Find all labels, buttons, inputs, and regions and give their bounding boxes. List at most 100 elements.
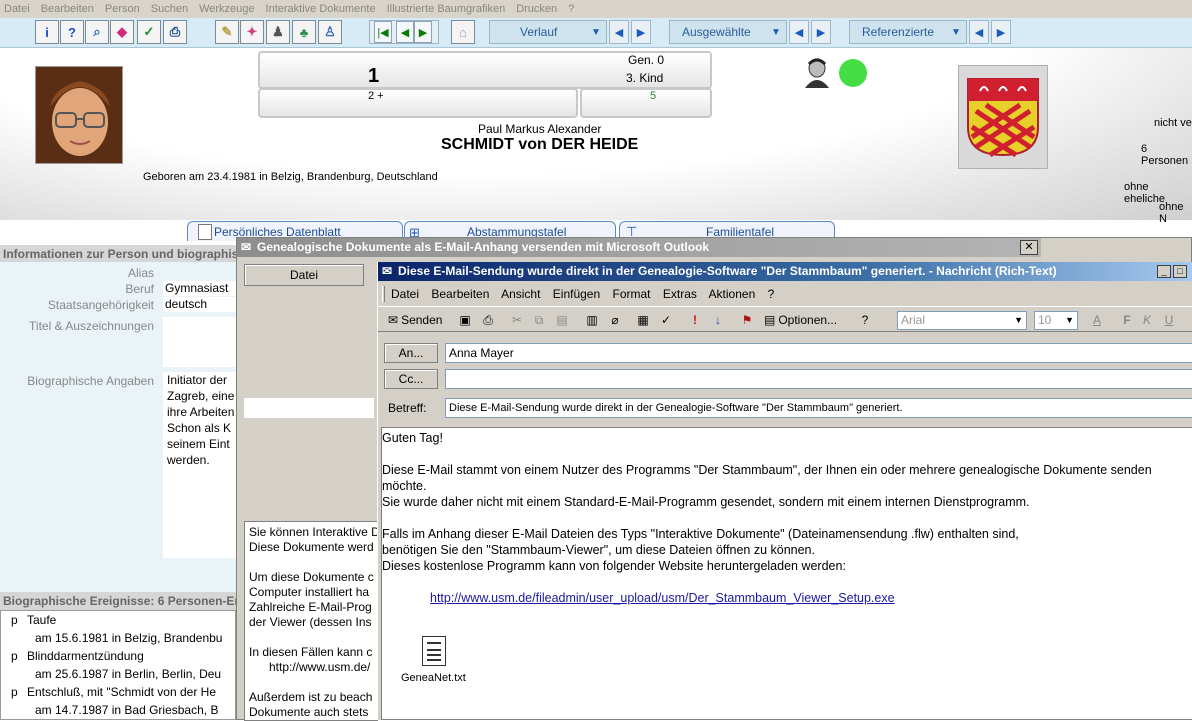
checklist-icon[interactable]: ✓: [137, 20, 161, 44]
person-info-panel: Alias Beruf Gymnasiast Staatsangehörigke…: [0, 262, 236, 592]
importance-low-icon[interactable]: ↓: [709, 311, 727, 329]
ausgewaehlte-back-icon[interactable]: ◀: [789, 20, 809, 44]
titel-value[interactable]: [163, 317, 236, 367]
font-select[interactable]: Arial ▼: [897, 311, 1027, 330]
help-icon[interactable]: ?: [60, 20, 84, 44]
referenzierte-dropdown[interactable]: Referenzierte ▼: [849, 20, 967, 44]
bio-line: Schon als K: [167, 421, 232, 435]
main-toolbar: i ? ⌕ ◆ ✓ ⎙ ✎ ✦ ♟ ♣ ♙ |◀ ◀ ▶ ⌂ Verlauf ▼…: [0, 18, 1192, 48]
event-detail: am 25.6.1987 in Berlin, Berlin, Deu: [35, 667, 222, 681]
print-icon[interactable]: ⎙: [163, 20, 187, 44]
underline-icon[interactable]: U: [1160, 311, 1178, 329]
to-button[interactable]: An...: [384, 343, 438, 363]
ol-menu-format[interactable]: Format: [613, 287, 651, 301]
save-icon[interactable]: ▣: [456, 311, 474, 329]
bio-line: ihre Arbeiten: [167, 405, 235, 419]
menu-illustrierte-baumgrafiken[interactable]: Illustrierte Baumgrafiken: [387, 3, 506, 15]
cut-icon[interactable]: ✂: [508, 311, 526, 329]
menu-werkzeuge[interactable]: Werkzeuge: [199, 3, 254, 15]
info-icon[interactable]: i: [35, 20, 59, 44]
menu-help[interactable]: ?: [568, 3, 574, 15]
ol-menu-datei[interactable]: Datei: [391, 287, 419, 301]
check-names-icon[interactable]: ✓: [657, 311, 675, 329]
tree-color-icon[interactable]: ✦: [240, 20, 264, 44]
address-book-icon[interactable]: ▦: [634, 311, 652, 329]
ol-menu-extras[interactable]: Extras: [663, 287, 697, 301]
event-title[interactable]: Blinddarmentzündung: [27, 649, 144, 663]
close-icon[interactable]: ✕: [1020, 240, 1038, 255]
verlauf-dropdown[interactable]: Verlauf ▼: [489, 20, 607, 44]
importance-high-icon[interactable]: !: [686, 311, 704, 329]
ol-menu-bearbeiten[interactable]: Bearbeiten: [431, 287, 489, 301]
info-line: Computer installiert ha: [249, 585, 370, 599]
document-icon: [198, 224, 212, 240]
ol-menu-help[interactable]: ?: [768, 287, 775, 301]
to-field[interactable]: Anna Mayer: [445, 343, 1192, 363]
paste-icon[interactable]: ▤: [553, 311, 571, 329]
next-icon[interactable]: ▶: [414, 21, 432, 43]
menu-drucken[interactable]: Drucken: [516, 3, 557, 15]
download-link[interactable]: http://www.usm.de/fileadmin/user_upload/…: [382, 590, 1192, 606]
verlauf-back-icon[interactable]: ◀: [609, 20, 629, 44]
font-size-select[interactable]: 10 ▼: [1034, 311, 1078, 330]
datei-button[interactable]: Datei: [244, 264, 364, 286]
chevron-down-icon: ▼: [591, 26, 601, 38]
italic-icon[interactable]: K: [1138, 311, 1156, 329]
beruf-value[interactable]: Gymnasiast: [163, 281, 236, 296]
ol-menu-einfuegen[interactable]: Einfügen: [553, 287, 600, 301]
portrait-icon[interactable]: [801, 56, 833, 88]
event-title[interactable]: Taufe: [27, 613, 56, 627]
cc-button[interactable]: Cc...: [384, 369, 438, 389]
ausgewaehlte-dropdown[interactable]: Ausgewählte ▼: [669, 20, 787, 44]
bio-text[interactable]: Initiator der Zagreb, eine ihre Arbeiten…: [163, 372, 236, 558]
staatsangehoerigkeit-value[interactable]: deutsch: [163, 297, 236, 312]
prev-icon[interactable]: ◀: [396, 21, 414, 43]
info-line: Diese Dokumente werd: [249, 540, 374, 554]
people-icon[interactable]: ♙: [318, 20, 342, 44]
subject-field[interactable]: Diese E-Mail-Sendung wurde direkt in der…: [445, 398, 1192, 418]
menu-interaktive-dokumente[interactable]: Interaktive Dokumente: [266, 3, 376, 15]
ausgewaehlte-forward-icon[interactable]: ▶: [811, 20, 831, 44]
help-icon[interactable]: ?: [856, 311, 874, 329]
font-color-icon[interactable]: A: [1088, 311, 1106, 329]
text-file-icon[interactable]: [422, 636, 446, 666]
insert-file-icon[interactable]: ▥: [583, 311, 601, 329]
search-icon[interactable]: ⌕: [85, 20, 109, 44]
coat-of-arms[interactable]: [958, 65, 1048, 169]
body-line: Falls im Anhang dieser E-Mail Dateien de…: [382, 527, 1019, 541]
person-photo[interactable]: [35, 66, 123, 164]
message-body[interactable]: Guten Tag! Diese E-Mail stammt von einem…: [381, 427, 1192, 720]
dialog-field[interactable]: [244, 398, 374, 418]
options-button[interactable]: ▤ Optionen...: [764, 310, 837, 330]
tag-icon[interactable]: ⌂: [451, 20, 475, 44]
note-icon[interactable]: ✎: [215, 20, 239, 44]
flag-icon[interactable]: ⚑: [738, 311, 756, 329]
colors-icon[interactable]: ◆: [110, 20, 134, 44]
body-line: Dieses kostenlose Programm kann von folg…: [382, 559, 846, 573]
maximize-icon[interactable]: □: [1173, 265, 1187, 278]
referenzierte-forward-icon[interactable]: ▶: [991, 20, 1011, 44]
menu-suchen[interactable]: Suchen: [151, 3, 188, 15]
send-button[interactable]: ✉ Senden: [388, 310, 442, 330]
dialog-info-text: Sie können Interaktive D Diese Dokumente…: [244, 521, 378, 721]
ol-menu-aktionen[interactable]: Aktionen: [709, 287, 756, 301]
referenzierte-back-icon[interactable]: ◀: [969, 20, 989, 44]
cc-field[interactable]: [445, 369, 1192, 389]
first-icon[interactable]: |◀: [374, 21, 392, 43]
menu-bearbeiten[interactable]: Bearbeiten: [41, 3, 94, 15]
info-line: Sie können Interaktive D: [249, 525, 378, 539]
menu-person[interactable]: Person: [105, 3, 140, 15]
ol-menu-ansicht[interactable]: Ansicht: [501, 287, 540, 301]
attachment-name[interactable]: GeneaNet.txt: [401, 672, 466, 684]
family-color-icon[interactable]: ♣: [292, 20, 316, 44]
family-gray-icon[interactable]: ♟: [266, 20, 290, 44]
minimize-icon[interactable]: _: [1157, 265, 1171, 278]
copy-icon[interactable]: ⧉: [530, 311, 548, 329]
bold-icon[interactable]: F: [1118, 311, 1136, 329]
verlauf-forward-icon[interactable]: ▶: [631, 20, 651, 44]
print-icon[interactable]: ⎙: [479, 311, 497, 329]
menu-datei[interactable]: Datei: [4, 3, 30, 15]
event-title[interactable]: Entschluß, mit "Schmidt von der He: [27, 685, 235, 699]
font-value: Arial: [901, 313, 926, 327]
attach-icon[interactable]: ⌀: [606, 311, 624, 329]
